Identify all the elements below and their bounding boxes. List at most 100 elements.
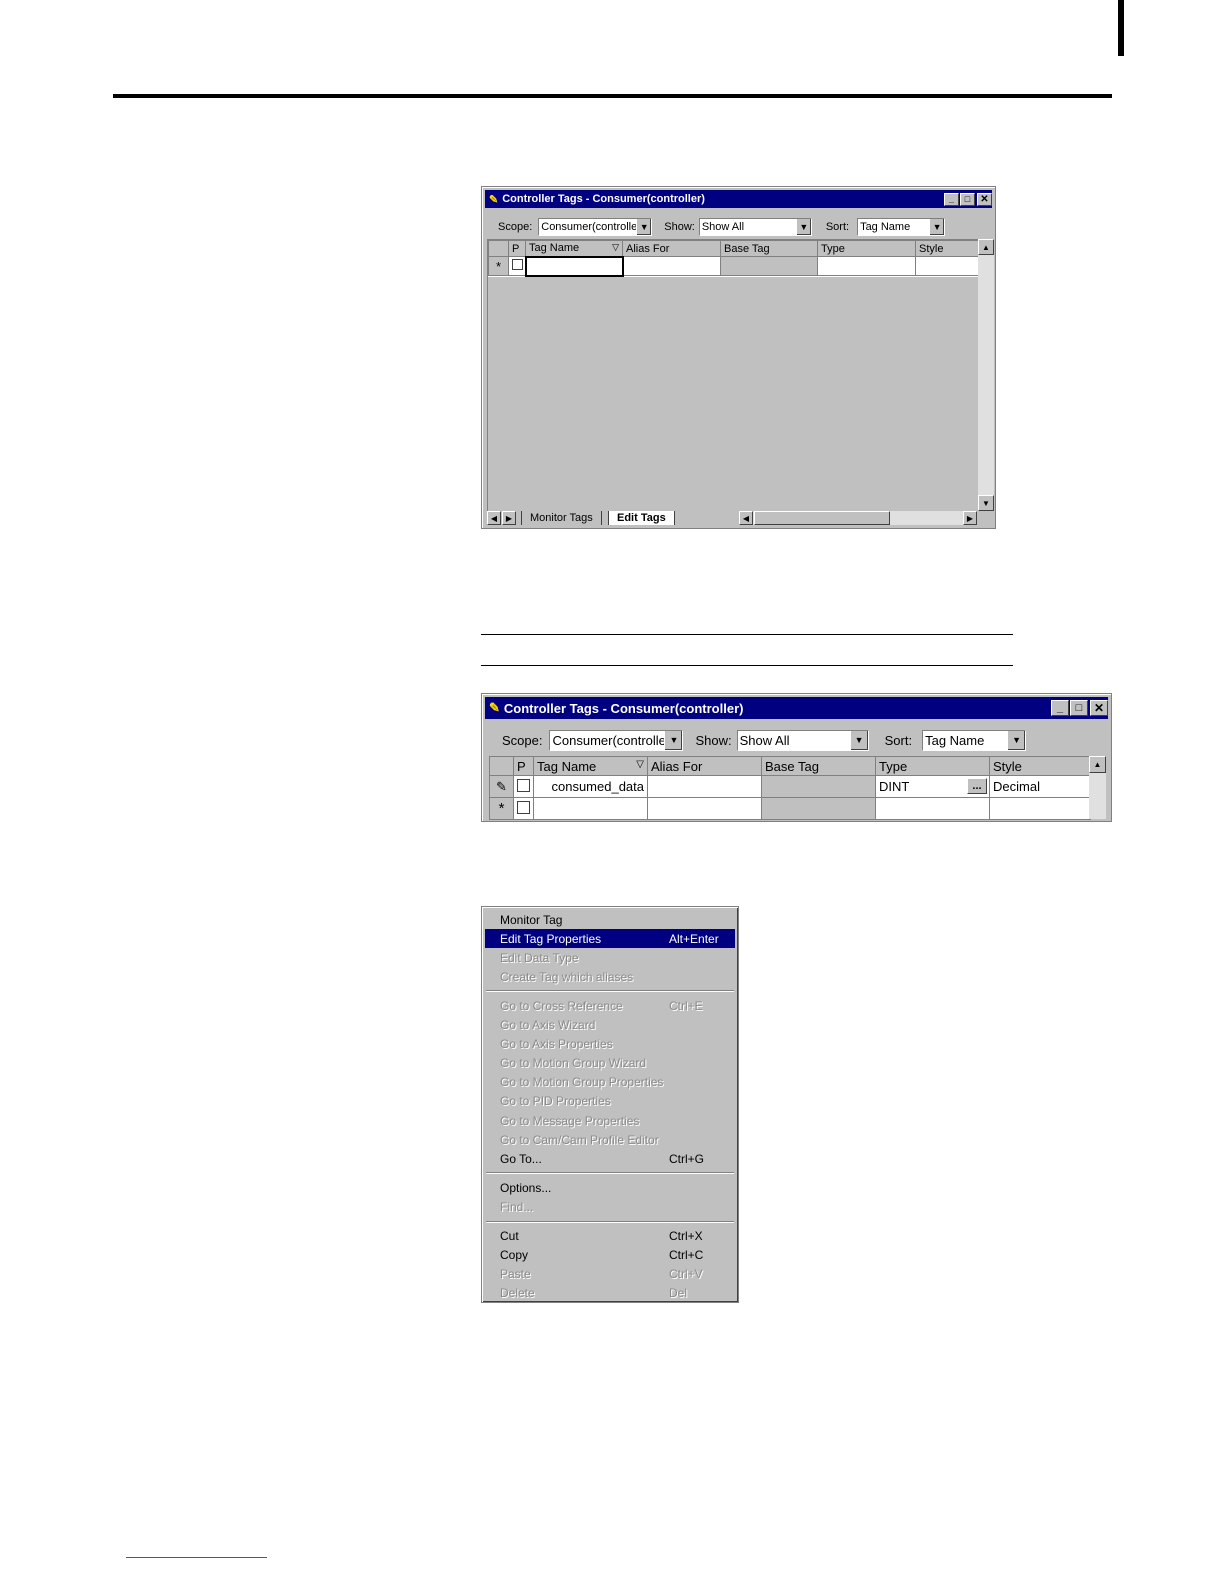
- menu-item-shortcut: Ctrl+G: [669, 1151, 705, 1166]
- column-header-base-tag[interactable]: Base Tag: [761, 756, 876, 776]
- maximize-button[interactable]: □: [960, 192, 975, 206]
- column-header-p[interactable]: P: [513, 756, 534, 776]
- chevron-down-icon[interactable]: ▼: [636, 219, 652, 235]
- tag-grid: P Tag Name ▽ Alias For Base Tag Type Sty…: [489, 756, 1091, 820]
- close-button[interactable]: ✕: [977, 192, 992, 206]
- scroll-up-button[interactable]: ▲: [978, 239, 994, 255]
- scroll-up-button[interactable]: ▲: [1089, 756, 1106, 773]
- menu-item-label: Edit Tag Properties: [500, 931, 602, 946]
- alias-for-cell[interactable]: [647, 775, 762, 798]
- vertical-scrollbar[interactable]: ▲ ▼: [978, 239, 994, 511]
- column-header-type[interactable]: Type: [875, 756, 990, 776]
- new-tag-row[interactable]: *: [489, 797, 1091, 820]
- chevron-down-icon[interactable]: ▼: [849, 730, 868, 750]
- column-header-alias-for[interactable]: Alias For: [622, 240, 721, 257]
- column-header-p[interactable]: P: [508, 240, 526, 257]
- menu-item-delete: Delete Del: [485, 1284, 735, 1303]
- scope-dropdown[interactable]: Consumer(controller) ▼: [538, 218, 653, 236]
- menu-item-label: Go to Axis Wizard: [500, 1018, 596, 1032]
- menu-item-go-to-cross-reference: Go to Cross Reference Ctrl+E: [485, 996, 735, 1015]
- row-header-corner: [489, 756, 514, 776]
- menu-item-monitor-tag[interactable]: Monitor Tag: [485, 910, 735, 929]
- menu-item-label: Go To...: [500, 1151, 542, 1166]
- show-dropdown[interactable]: Show All ▼: [736, 729, 869, 751]
- base-tag-cell: [761, 775, 876, 798]
- hscroll-right-button[interactable]: ▶: [963, 511, 977, 525]
- produce-checkbox-cell[interactable]: [508, 256, 526, 276]
- horizontal-scrollbar[interactable]: ◀ ▶: [739, 511, 977, 525]
- alias-for-cell[interactable]: [622, 256, 721, 276]
- tab-edit-tags-label: Edit Tags: [617, 512, 666, 524]
- scope-value: Consumer(controller): [552, 732, 675, 748]
- tab-scroll-left-button[interactable]: ◀: [487, 511, 501, 525]
- menu-item-label: Go to Motion Group Wizard: [500, 1056, 647, 1071]
- browse-data-type-button[interactable]: ...: [967, 778, 987, 794]
- divider-line-top: [481, 634, 1013, 635]
- style-cell[interactable]: Decimal: [989, 775, 1091, 798]
- produce-checkbox-cell[interactable]: [513, 775, 534, 798]
- pencil-icon: ✎: [489, 193, 499, 206]
- tab-monitor-tags[interactable]: Monitor Tags: [521, 511, 602, 525]
- minimize-button[interactable]: _: [944, 192, 959, 206]
- menu-item-shortcut: Alt+Enter: [669, 931, 719, 946]
- alias-for-cell[interactable]: [647, 797, 762, 820]
- menu-item-copy[interactable]: Copy Ctrl+C: [485, 1246, 735, 1265]
- maximize-button[interactable]: □: [1070, 700, 1088, 716]
- column-header-tag-name-label: Tag Name: [529, 242, 580, 255]
- produce-checkbox[interactable]: [517, 800, 530, 814]
- new-tag-row[interactable]: *: [488, 255, 980, 277]
- window-title: Controller Tags - Consumer(controller): [503, 700, 744, 716]
- sort-dropdown[interactable]: Tag Name ▼: [857, 218, 946, 236]
- menu-item-shortcut: Ctrl+V: [669, 1267, 703, 1282]
- menu-item-cut[interactable]: Cut Ctrl+X: [485, 1227, 735, 1246]
- chevron-down-icon[interactable]: ▼: [664, 730, 683, 750]
- table-row[interactable]: ✎ consumed_data DINT ... Decimal: [489, 775, 1091, 798]
- minimize-button[interactable]: _: [1051, 700, 1069, 716]
- chevron-down-icon[interactable]: ▼: [1007, 730, 1026, 750]
- menu-item-go-to-motion-group-properties: Go to Motion Group Properties: [485, 1073, 735, 1092]
- vertical-scrollbar[interactable]: ▲: [1089, 756, 1106, 819]
- menu-item-edit-tag-properties[interactable]: Edit Tag Properties Alt+Enter: [485, 929, 735, 949]
- base-tag-cell: [761, 797, 876, 820]
- menu-item-go-to-motion-group-wizard: Go to Motion Group Wizard: [485, 1054, 735, 1073]
- column-header-base-tag[interactable]: Base Tag: [720, 240, 818, 257]
- show-dropdown[interactable]: Show All ▼: [698, 218, 812, 236]
- hscroll-thumb[interactable]: [754, 511, 890, 525]
- tag-grid-area: [487, 239, 979, 512]
- produce-checkbox-cell[interactable]: [513, 797, 534, 820]
- chevron-down-icon[interactable]: ▼: [929, 219, 945, 235]
- type-cell[interactable]: [875, 797, 990, 820]
- column-header-tag-name[interactable]: Tag Name ▽: [525, 240, 623, 257]
- style-cell[interactable]: [989, 797, 1091, 820]
- column-header-style[interactable]: Style: [915, 240, 980, 257]
- title-bar: ✎ Controller Tags - Consumer(controller)…: [485, 190, 992, 208]
- new-row-marker: *: [489, 797, 514, 820]
- style-cell[interactable]: [915, 256, 980, 276]
- tag-name-input[interactable]: [524, 255, 624, 277]
- chevron-down-icon[interactable]: ▼: [795, 219, 811, 235]
- sort-dropdown[interactable]: Tag Name ▼: [922, 729, 1027, 751]
- produce-checkbox[interactable]: [517, 778, 530, 792]
- tab-scroll-right-button[interactable]: ▶: [502, 511, 516, 525]
- tag-name-cell[interactable]: [533, 797, 648, 820]
- type-cell[interactable]: [817, 256, 916, 276]
- menu-item-go-to[interactable]: Go To... Ctrl+G: [485, 1149, 735, 1168]
- show-value: Show All: [739, 732, 790, 748]
- menu-item-options[interactable]: Options...: [485, 1178, 735, 1197]
- pencil-icon: ✎: [489, 775, 514, 798]
- scroll-down-button[interactable]: ▼: [978, 495, 994, 511]
- hscroll-left-button[interactable]: ◀: [739, 511, 753, 525]
- tab-edit-tags[interactable]: Edit Tags: [608, 511, 675, 525]
- type-cell[interactable]: DINT ...: [875, 775, 990, 798]
- column-header-type[interactable]: Type: [817, 240, 916, 257]
- scope-dropdown[interactable]: Consumer(controller) ▼: [549, 729, 684, 751]
- tag-name-cell[interactable]: consumed_data: [533, 775, 648, 798]
- menu-item-go-to-axis-wizard: Go to Axis Wizard: [485, 1016, 735, 1035]
- column-header-style[interactable]: Style: [989, 756, 1091, 776]
- close-button[interactable]: ✕: [1090, 700, 1108, 716]
- sort-label: Sort:: [825, 221, 850, 233]
- produce-checkbox[interactable]: [512, 259, 523, 270]
- column-header-tag-name[interactable]: Tag Name ▽: [533, 756, 648, 776]
- sort-indicator-icon: ▽: [612, 242, 619, 253]
- column-header-alias-for[interactable]: Alias For: [647, 756, 762, 776]
